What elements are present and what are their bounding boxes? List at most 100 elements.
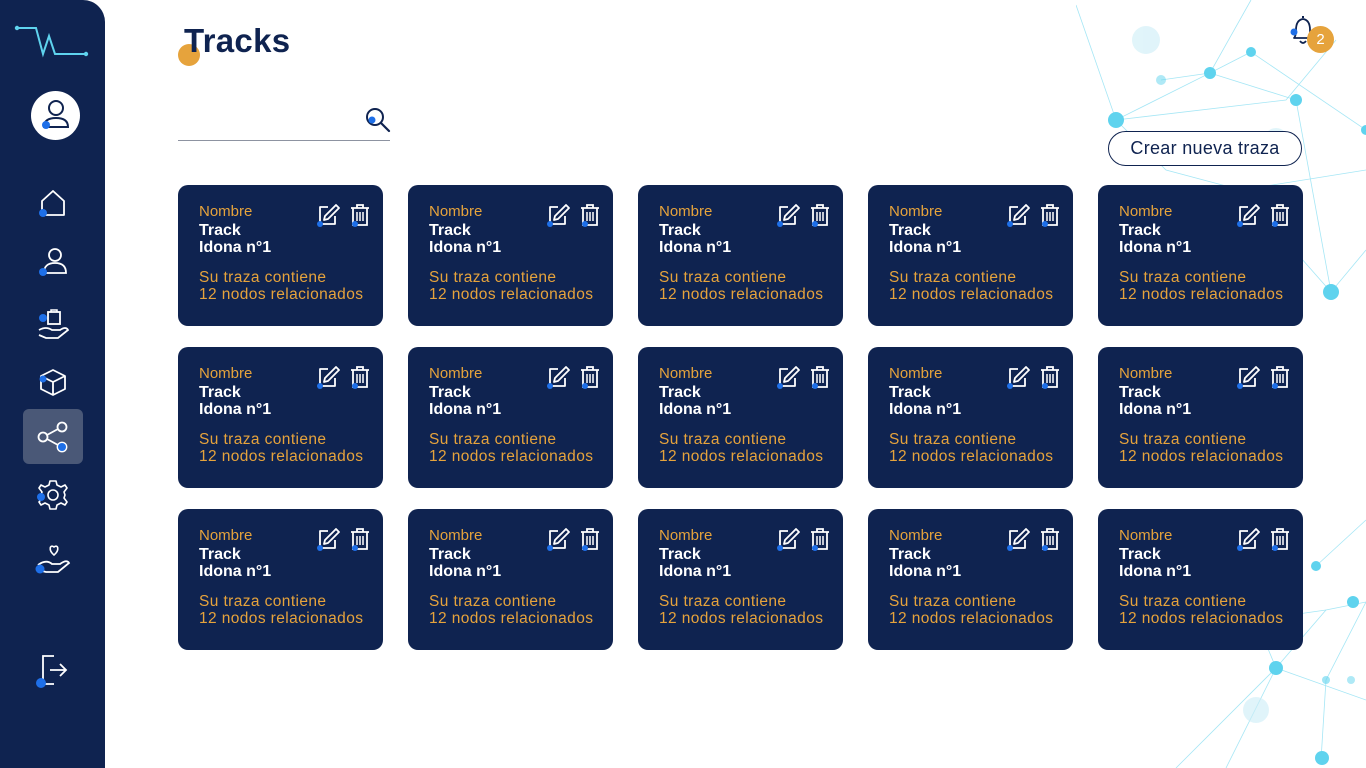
track-card-label: Nombre — [1119, 203, 1173, 220]
track-card[interactable]: Nombre Track Idona n°1 Su traza contiene… — [638, 509, 843, 650]
trash-icon[interactable] — [350, 365, 370, 389]
track-card-description: Su traza contiene 12 nodos relacionados — [429, 269, 594, 303]
trash-icon[interactable] — [810, 365, 830, 389]
trash-icon[interactable] — [1270, 365, 1290, 389]
track-card-name: Track Idona n°1 — [429, 222, 502, 256]
track-card-description: Su traza contiene 12 nodos relacionados — [1119, 269, 1284, 303]
track-card-description: Su traza contiene 12 nodos relacionados — [199, 431, 364, 465]
edit-icon[interactable] — [316, 527, 340, 551]
edit-icon[interactable] — [316, 365, 340, 389]
trash-icon[interactable] — [350, 527, 370, 551]
track-card-description: Su traza contiene 12 nodos relacionados — [429, 593, 594, 627]
search-input[interactable] — [178, 104, 362, 136]
trash-icon[interactable] — [810, 527, 830, 551]
track-card[interactable]: Nombre Track Idona n°1 Su traza contiene… — [408, 509, 613, 650]
trash-icon[interactable] — [1270, 203, 1290, 227]
user-avatar[interactable] — [31, 91, 80, 140]
track-card-label: Nombre — [199, 365, 253, 382]
track-card[interactable]: Nombre Track Idona n°1 Su traza contiene… — [1098, 185, 1303, 326]
user-avatar-icon — [42, 100, 70, 129]
track-card-name: Track Idona n°1 — [1119, 546, 1192, 580]
track-card-description: Su traza contiene 12 nodos relacionados — [199, 593, 364, 627]
edit-icon[interactable] — [1006, 203, 1030, 227]
edit-icon[interactable] — [776, 527, 800, 551]
hand-bag-icon — [38, 308, 70, 339]
search-field — [178, 100, 390, 141]
edit-icon[interactable] — [776, 365, 800, 389]
track-card[interactable]: Nombre Track Idona n°1 Su traza contiene… — [868, 509, 1073, 650]
edit-icon[interactable] — [1006, 527, 1030, 551]
track-card-description: Su traza contiene 12 nodos relacionados — [659, 431, 824, 465]
track-card-name: Track Idona n°1 — [199, 222, 272, 256]
track-card[interactable]: Nombre Track Idona n°1 Su traza contiene… — [178, 347, 383, 488]
logout-button[interactable] — [23, 642, 83, 697]
track-card-label: Nombre — [199, 203, 253, 220]
edit-icon[interactable] — [1236, 527, 1260, 551]
track-card-label: Nombre — [429, 365, 483, 382]
track-card[interactable]: Nombre Track Idona n°1 Su traza contiene… — [1098, 347, 1303, 488]
track-card-name: Track Idona n°1 — [1119, 222, 1192, 256]
track-card-label: Nombre — [659, 365, 713, 382]
track-card[interactable]: Nombre Track Idona n°1 Su traza contiene… — [638, 347, 843, 488]
sidebar-item-inventory[interactable] — [23, 354, 83, 409]
edit-icon[interactable] — [316, 203, 340, 227]
edit-icon[interactable] — [1236, 365, 1260, 389]
search-icon[interactable] — [364, 106, 392, 134]
track-card-name: Track Idona n°1 — [199, 384, 272, 418]
sidebar-item-products[interactable] — [23, 297, 83, 352]
track-card[interactable]: Nombre Track Idona n°1 Su traza contiene… — [178, 185, 383, 326]
track-card[interactable]: Nombre Track Idona n°1 Su traza contiene… — [868, 185, 1073, 326]
track-card-label: Nombre — [659, 527, 713, 544]
track-card[interactable]: Nombre Track Idona n°1 Su traza contiene… — [638, 185, 843, 326]
trash-icon[interactable] — [350, 203, 370, 227]
hand-heart-icon — [35, 544, 71, 573]
create-track-button-label: Crear nueva traza — [1130, 138, 1280, 158]
trash-icon[interactable] — [810, 203, 830, 227]
sidebar-item-donations[interactable] — [23, 531, 83, 586]
track-card-description: Su traza contiene 12 nodos relacionados — [199, 269, 364, 303]
edit-icon[interactable] — [1236, 203, 1260, 227]
app-logo — [14, 25, 89, 58]
track-card[interactable]: Nombre Track Idona n°1 Su traza contiene… — [408, 347, 613, 488]
track-card-description: Su traza contiene 12 nodos relacionados — [659, 593, 824, 627]
trash-icon[interactable] — [580, 527, 600, 551]
track-card-name: Track Idona n°1 — [199, 546, 272, 580]
track-card-description: Su traza contiene 12 nodos relacionados — [429, 431, 594, 465]
edit-icon[interactable] — [1006, 365, 1030, 389]
track-card-name: Track Idona n°1 — [659, 546, 732, 580]
track-card-label: Nombre — [889, 203, 943, 220]
trash-icon[interactable] — [1040, 203, 1060, 227]
notification-count-badge: 2 — [1307, 26, 1334, 53]
trash-icon[interactable] — [580, 365, 600, 389]
edit-icon[interactable] — [546, 203, 570, 227]
track-card[interactable]: Nombre Track Idona n°1 Su traza contiene… — [1098, 509, 1303, 650]
gear-icon — [37, 479, 68, 510]
track-card[interactable]: Nombre Track Idona n°1 Su traza contiene… — [408, 185, 613, 326]
sidebar-item-settings[interactable] — [23, 467, 83, 522]
track-card-description: Su traza contiene 12 nodos relacionados — [889, 431, 1054, 465]
edit-icon[interactable] — [546, 365, 570, 389]
track-card-label: Nombre — [1119, 527, 1173, 544]
track-card-label: Nombre — [429, 203, 483, 220]
trash-icon[interactable] — [1270, 527, 1290, 551]
track-card-name: Track Idona n°1 — [659, 384, 732, 418]
track-card-name: Track Idona n°1 — [1119, 384, 1192, 418]
track-card-description: Su traza contiene 12 nodos relacionados — [889, 593, 1054, 627]
track-card[interactable]: Nombre Track Idona n°1 Su traza contiene… — [868, 347, 1073, 488]
logout-icon — [36, 654, 68, 688]
sidebar-item-tracks[interactable] — [23, 409, 83, 464]
trash-icon[interactable] — [580, 203, 600, 227]
edit-icon[interactable] — [776, 203, 800, 227]
create-track-button[interactable]: Crear nueva traza — [1108, 131, 1302, 166]
track-card[interactable]: Nombre Track Idona n°1 Su traza contiene… — [178, 509, 383, 650]
sidebar-item-home[interactable] — [23, 175, 83, 230]
track-card-label: Nombre — [199, 527, 253, 544]
trash-icon[interactable] — [1040, 365, 1060, 389]
track-card-description: Su traza contiene 12 nodos relacionados — [1119, 431, 1284, 465]
page-title: Tracks — [184, 22, 291, 59]
sidebar-item-users[interactable] — [23, 233, 83, 288]
box-icon — [39, 368, 66, 396]
edit-icon[interactable] — [546, 527, 570, 551]
trash-icon[interactable] — [1040, 527, 1060, 551]
share-nodes-icon — [37, 421, 68, 452]
